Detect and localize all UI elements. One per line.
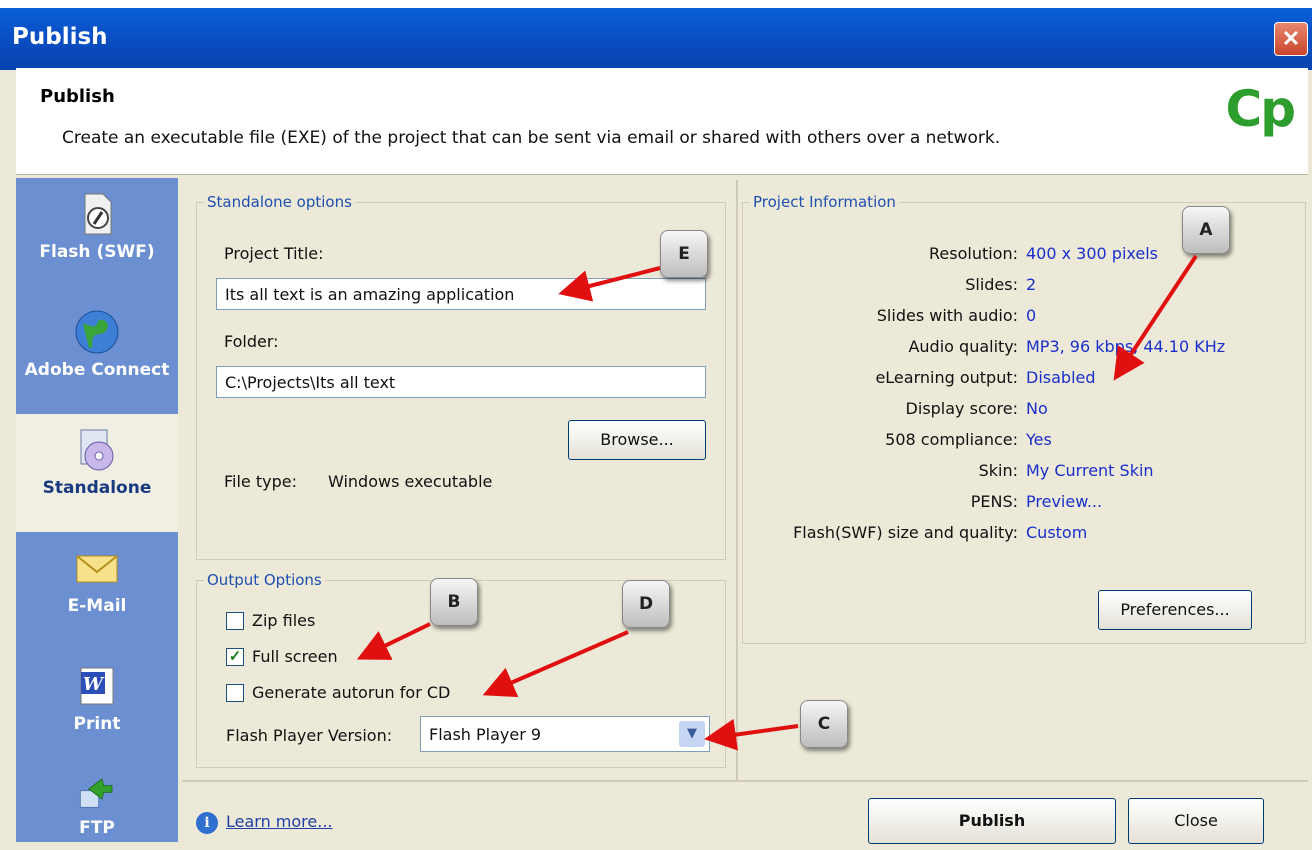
project-info-value[interactable]: Preview... xyxy=(1026,492,1102,511)
title-bar: Publish ✕ xyxy=(0,8,1312,70)
captivate-logo: Cp xyxy=(1225,80,1296,138)
close-button[interactable]: Close xyxy=(1128,798,1264,844)
dialog-header: Publish Create an executable file (EXE) … xyxy=(16,68,1308,175)
full-screen-label[interactable]: Full screen xyxy=(252,647,338,666)
output-options-label: Output Options xyxy=(204,571,325,589)
project-info-key: 508 compliance: xyxy=(885,430,1018,449)
file-type-value: Windows executable xyxy=(328,472,493,491)
callout-d: D xyxy=(622,580,670,628)
project-info-value: No xyxy=(1026,399,1048,418)
header-description: Create an executable file (EXE) of the p… xyxy=(62,128,1001,148)
sidebar-item-adobe-connect[interactable]: Adobe Connect xyxy=(16,296,178,414)
folder-field[interactable]: C:\Projects\Its all text xyxy=(216,366,706,398)
preferences-button[interactable]: Preferences... xyxy=(1098,590,1252,630)
publish-button[interactable]: Publish xyxy=(868,798,1116,844)
learn-more-link[interactable]: Learn more... xyxy=(226,812,333,831)
zip-files-checkbox[interactable] xyxy=(226,612,244,630)
project-information-group xyxy=(742,202,1306,644)
project-info-key: Slides: xyxy=(965,275,1018,294)
project-info-key: Audio quality: xyxy=(908,337,1018,356)
autorun-label[interactable]: Generate autorun for CD xyxy=(252,683,450,702)
sidebar-item-ftp[interactable]: FTP xyxy=(16,768,178,842)
project-title-field[interactable]: Its all text is an amazing application xyxy=(216,278,706,310)
callout-a: A xyxy=(1182,206,1230,254)
envelope-icon xyxy=(76,555,118,583)
flash-player-version-select[interactable]: Flash Player 9 ▼ xyxy=(420,716,710,752)
project-info-value: Disabled xyxy=(1026,368,1096,387)
callout-b: B xyxy=(430,578,478,626)
project-info-value: Yes xyxy=(1026,430,1052,449)
zip-files-label[interactable]: Zip files xyxy=(252,611,315,630)
project-title-label: Project Title: xyxy=(224,244,324,263)
autorun-checkbox[interactable] xyxy=(226,684,244,702)
project-info-key: Display score: xyxy=(905,399,1018,418)
sidebar-item-label: FTP xyxy=(79,818,115,838)
callout-c: C xyxy=(800,700,848,748)
project-info-key: Skin: xyxy=(978,461,1018,480)
project-info-key: PENS: xyxy=(970,492,1018,511)
project-info-key: eLearning output: xyxy=(875,368,1018,387)
checkmark-icon: ✓ xyxy=(228,648,242,665)
publish-sidebar: Flash (SWF) Adobe Connect Standalone E-M… xyxy=(16,178,178,842)
project-info-value: 2 xyxy=(1026,275,1037,294)
sidebar-item-label: Standalone xyxy=(42,478,152,498)
sidebar-item-email[interactable]: E-Mail xyxy=(16,532,178,650)
project-info-key: Resolution: xyxy=(929,244,1018,263)
footer-divider xyxy=(182,780,1308,782)
sidebar-item-standalone[interactable]: Standalone xyxy=(16,414,178,532)
globe-icon xyxy=(75,310,119,354)
full-screen-checkbox[interactable]: ✓ xyxy=(226,648,244,666)
flash-player-version-value: Flash Player 9 xyxy=(429,725,542,744)
sidebar-item-label: Flash (SWF) xyxy=(39,242,155,262)
svg-text:W: W xyxy=(83,674,105,695)
sidebar-item-print[interactable]: W Print xyxy=(16,650,178,768)
folder-label: Folder: xyxy=(224,332,279,351)
flash-document-icon xyxy=(84,193,112,235)
flash-player-version-label: Flash Player Version: xyxy=(226,726,393,745)
info-icon: i xyxy=(196,812,218,834)
panel-divider xyxy=(736,180,738,780)
project-info-value: 400 x 300 pixels xyxy=(1026,244,1159,263)
project-info-value: My Current Skin xyxy=(1026,461,1154,480)
window-title: Publish xyxy=(12,24,108,50)
project-info-key: Flash(SWF) size and quality: xyxy=(793,523,1018,542)
window-close-button[interactable]: ✕ xyxy=(1274,22,1308,56)
browse-button[interactable]: Browse... xyxy=(568,420,706,460)
project-information-label: Project Information xyxy=(750,193,899,211)
header-title: Publish xyxy=(40,86,115,107)
cd-icon xyxy=(80,429,114,471)
file-type-label: File type: xyxy=(224,472,297,491)
standalone-options-label: Standalone options xyxy=(204,193,355,211)
callout-e: E xyxy=(660,230,708,278)
project-info-value: MP3, 96 kbps, 44.10 KHz xyxy=(1026,337,1226,356)
project-info-value: 0 xyxy=(1026,306,1037,325)
sidebar-item-flash-swf[interactable]: Flash (SWF) xyxy=(16,178,178,296)
project-info-key: Slides with audio: xyxy=(876,306,1018,325)
close-icon: ✕ xyxy=(1281,26,1301,51)
ftp-transfer-icon xyxy=(79,778,113,808)
project-info-value: Custom xyxy=(1026,523,1088,542)
word-document-icon: W xyxy=(80,667,114,705)
sidebar-item-label: E-Mail xyxy=(67,596,127,616)
sidebar-item-label: Print xyxy=(73,714,121,734)
sidebar-item-label: Adobe Connect xyxy=(24,360,170,380)
chevron-down-icon[interactable]: ▼ xyxy=(679,721,705,747)
